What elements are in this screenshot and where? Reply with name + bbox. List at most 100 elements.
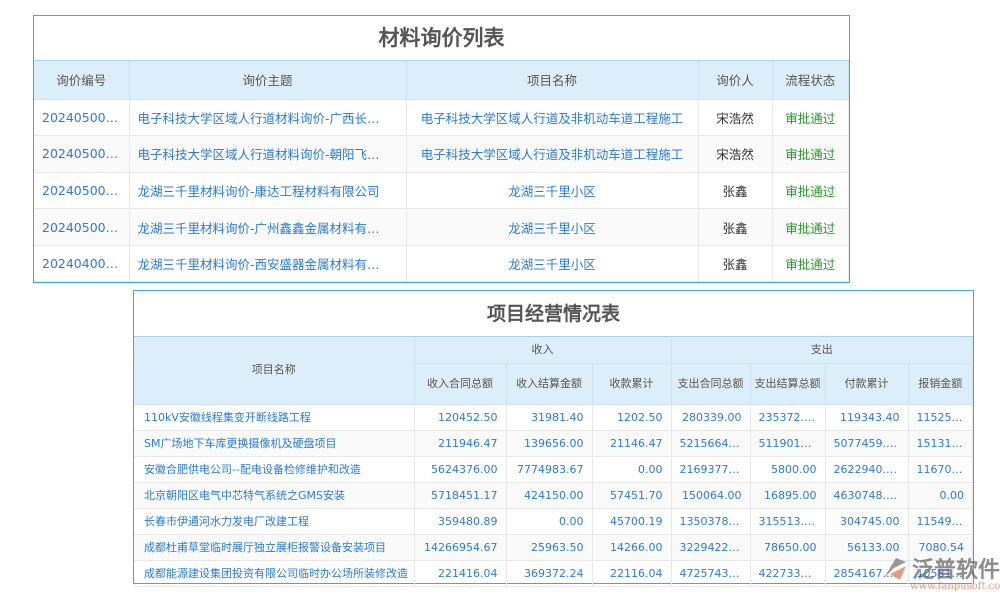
project-name[interactable]: 电子科技大学区域人行道及非机动车道工程施工 bbox=[406, 136, 698, 173]
amount-cell: 221416.04 bbox=[414, 560, 506, 586]
inquiry-table: 询价编号询价主题项目名称询价人流程状态 2024050004电子科技大学区域人行… bbox=[34, 61, 849, 282]
amount-cell: 0.00 bbox=[506, 508, 592, 534]
status-badge: 审批通过 bbox=[772, 209, 849, 246]
status-badge: 审批通过 bbox=[772, 136, 849, 173]
header-expense-group: 支出 bbox=[671, 337, 972, 363]
amount-cell: 5077459.20 bbox=[825, 430, 908, 456]
inquirer: 张鑫 bbox=[698, 245, 772, 282]
project-name[interactable]: 成都能源建设集团投资有限公司临时办公场所装修改造 bbox=[134, 560, 414, 586]
table-row[interactable]: 2024040001龙湖三千里材料询价-西安盛器金属材料有…龙湖三千里小区张鑫审… bbox=[34, 245, 849, 282]
amount-cell: 280339.00 bbox=[671, 404, 750, 430]
table-row[interactable]: 安徽合肥供电公司--配电设备检修维护和改造5624376.007774983.6… bbox=[134, 456, 973, 482]
inquiry-header: 询价编号 bbox=[34, 61, 129, 99]
amount-cell: 4227338.00 bbox=[750, 560, 825, 586]
table-row[interactable]: 北京朝阳区电气中芯特气系统之GMS安装5718451.17424150.0057… bbox=[134, 482, 973, 508]
inquiry-subject[interactable]: 龙湖三千里材料询价-西安盛器金属材料有… bbox=[129, 245, 406, 282]
inquiry-subject[interactable]: 电子科技大学区域人行道材料询价-朝阳飞… bbox=[129, 136, 406, 173]
amount-cell: 16895.00 bbox=[750, 482, 825, 508]
amount-cell: 7774983.67 bbox=[506, 456, 592, 482]
amount-cell: 0.00 bbox=[592, 456, 671, 482]
amount-cell: 2169377.00 bbox=[671, 456, 750, 482]
operations-sub-header: 报销金额 bbox=[908, 363, 972, 404]
inquirer: 张鑫 bbox=[698, 209, 772, 246]
table-row[interactable]: 110kV安徽线程集变开断线路工程120452.5031981.401202.5… bbox=[134, 404, 973, 430]
project-name[interactable]: SM广场地下车库更换摄像机及硬盘项目 bbox=[134, 430, 414, 456]
project-operations-panel: 项目经营情况表 项目名称 收入 支出 收入合同总额收入结算金额收款累计支出合同总… bbox=[133, 290, 974, 584]
amount-cell: 4725743.00 bbox=[671, 560, 750, 586]
table-row[interactable]: 2024050004电子科技大学区域人行道材料询价-广西长…电子科技大学区域人行… bbox=[34, 99, 849, 136]
inquiry-header: 询价人 bbox=[698, 61, 772, 99]
status-badge: 审批通过 bbox=[772, 172, 849, 209]
amount-cell: 120452.50 bbox=[414, 404, 506, 430]
amount-cell: 5624376.00 bbox=[414, 456, 506, 482]
watermark-url: www.fanpusoft.com bbox=[910, 581, 1000, 592]
amount-cell: 315513.00 bbox=[750, 508, 825, 534]
table-row[interactable]: 2024050003电子科技大学区域人行道材料询价-朝阳飞…电子科技大学区域人行… bbox=[34, 136, 849, 173]
inquiry-id[interactable]: 2024050001 bbox=[34, 209, 129, 246]
operations-sub-header: 收入结算金额 bbox=[506, 363, 592, 404]
project-name[interactable]: 安徽合肥供电公司--配电设备检修维护和改造 bbox=[134, 456, 414, 482]
project-name[interactable]: 龙湖三千里小区 bbox=[406, 209, 698, 246]
project-name[interactable]: 电子科技大学区域人行道及非机动车道工程施工 bbox=[406, 99, 698, 136]
amount-cell: 31981.40 bbox=[506, 404, 592, 430]
status-badge: 审批通过 bbox=[772, 99, 849, 136]
amount-cell: 359480.89 bbox=[414, 508, 506, 534]
table-row[interactable]: SM广场地下车库更换摄像机及硬盘项目211946.47139656.002114… bbox=[134, 430, 973, 456]
amount-cell: 5119019.00 bbox=[750, 430, 825, 456]
inquirer: 张鑫 bbox=[698, 172, 772, 209]
amount-cell: 211946.47 bbox=[414, 430, 506, 456]
project-name[interactable]: 长春市伊通河水力发电厂改建工程 bbox=[134, 508, 414, 534]
inquiry-subject[interactable]: 龙湖三千里材料询价-广州鑫鑫金属材料有… bbox=[129, 209, 406, 246]
material-inquiry-panel: 材料询价列表 询价编号询价主题项目名称询价人流程状态 2024050004电子科… bbox=[33, 15, 850, 283]
amount-cell: 14266.00 bbox=[592, 534, 671, 560]
amount-cell: 57451.70 bbox=[592, 482, 671, 508]
table-row[interactable]: 成都能源建设集团投资有限公司临时办公场所装修改造221416.04369372.… bbox=[134, 560, 973, 586]
inquiry-id[interactable]: 2024050002 bbox=[34, 172, 129, 209]
amount-cell: 14266954.67 bbox=[414, 534, 506, 560]
operations-sub-header: 支出合同总额 bbox=[671, 363, 750, 404]
project-name[interactable]: 龙湖三千里小区 bbox=[406, 172, 698, 209]
table-row[interactable]: 2024050002龙湖三千里材料询价-康达工程材料有限公司龙湖三千里小区张鑫审… bbox=[34, 172, 849, 209]
project-name[interactable]: 北京朝阳区电气中芯特气系统之GMS安装 bbox=[134, 482, 414, 508]
operations-sub-header: 收入合同总额 bbox=[414, 363, 506, 404]
project-name[interactable]: 110kV安徽线程集变开断线路工程 bbox=[134, 404, 414, 430]
fanpu-logo-icon bbox=[880, 554, 910, 582]
table-row[interactable]: 成都杜甫草堂临时展厅独立展柜报警设备安装项目14266954.6725963.5… bbox=[134, 534, 973, 560]
amount-cell: 5800.00 bbox=[750, 456, 825, 482]
amount-cell: 45700.19 bbox=[592, 508, 671, 534]
inquiry-subject[interactable]: 龙湖三千里材料询价-康达工程材料有限公司 bbox=[129, 172, 406, 209]
fanpusoft-watermark: 泛普软件 www.fanpusoft.com bbox=[872, 550, 1000, 598]
project-name[interactable]: 成都杜甫草堂临时展厅独立展柜报警设备安装项目 bbox=[134, 534, 414, 560]
amount-cell: 5718451.17 bbox=[414, 482, 506, 508]
status-badge: 审批通过 bbox=[772, 245, 849, 282]
amount-cell: 5215664.00 bbox=[671, 430, 750, 456]
inquiry-id[interactable]: 2024050004 bbox=[34, 99, 129, 136]
operations-sub-header: 支出结算总额 bbox=[750, 363, 825, 404]
amount-cell: 11525.00 bbox=[908, 404, 972, 430]
inquiry-subject[interactable]: 电子科技大学区域人行道材料询价-广西长… bbox=[129, 99, 406, 136]
amount-cell: 11670.74 bbox=[908, 456, 972, 482]
amount-cell: 304745.00 bbox=[825, 508, 908, 534]
amount-cell: 22116.04 bbox=[592, 560, 671, 586]
amount-cell: 4630748.57 bbox=[825, 482, 908, 508]
inquiry-header: 流程状态 bbox=[772, 61, 849, 99]
inquiry-header: 询价主题 bbox=[129, 61, 406, 99]
amount-cell: 11549.00 bbox=[908, 508, 972, 534]
amount-cell: 2622940.00 bbox=[825, 456, 908, 482]
amount-cell: 1202.50 bbox=[592, 404, 671, 430]
inquiry-id[interactable]: 2024040001 bbox=[34, 245, 129, 282]
table-row[interactable]: 长春市伊通河水力发电厂改建工程359480.890.0045700.191350… bbox=[134, 508, 973, 534]
operations-title: 项目经营情况表 bbox=[134, 291, 973, 337]
amount-cell: 21146.47 bbox=[592, 430, 671, 456]
watermark-name: 泛普软件 bbox=[912, 552, 1000, 584]
amount-cell: 25963.50 bbox=[506, 534, 592, 560]
inquiry-id[interactable]: 2024050003 bbox=[34, 136, 129, 173]
amount-cell: 0.00 bbox=[908, 482, 972, 508]
amount-cell: 369372.24 bbox=[506, 560, 592, 586]
table-row[interactable]: 2024050001龙湖三千里材料询价-广州鑫鑫金属材料有…龙湖三千里小区张鑫审… bbox=[34, 209, 849, 246]
amount-cell: 235372.00 bbox=[750, 404, 825, 430]
operations-table: 项目名称 收入 支出 收入合同总额收入结算金额收款累计支出合同总额支出结算总额付… bbox=[134, 337, 973, 587]
header-project-name: 项目名称 bbox=[134, 337, 414, 404]
inquiry-title: 材料询价列表 bbox=[34, 16, 849, 61]
project-name[interactable]: 龙湖三千里小区 bbox=[406, 245, 698, 282]
